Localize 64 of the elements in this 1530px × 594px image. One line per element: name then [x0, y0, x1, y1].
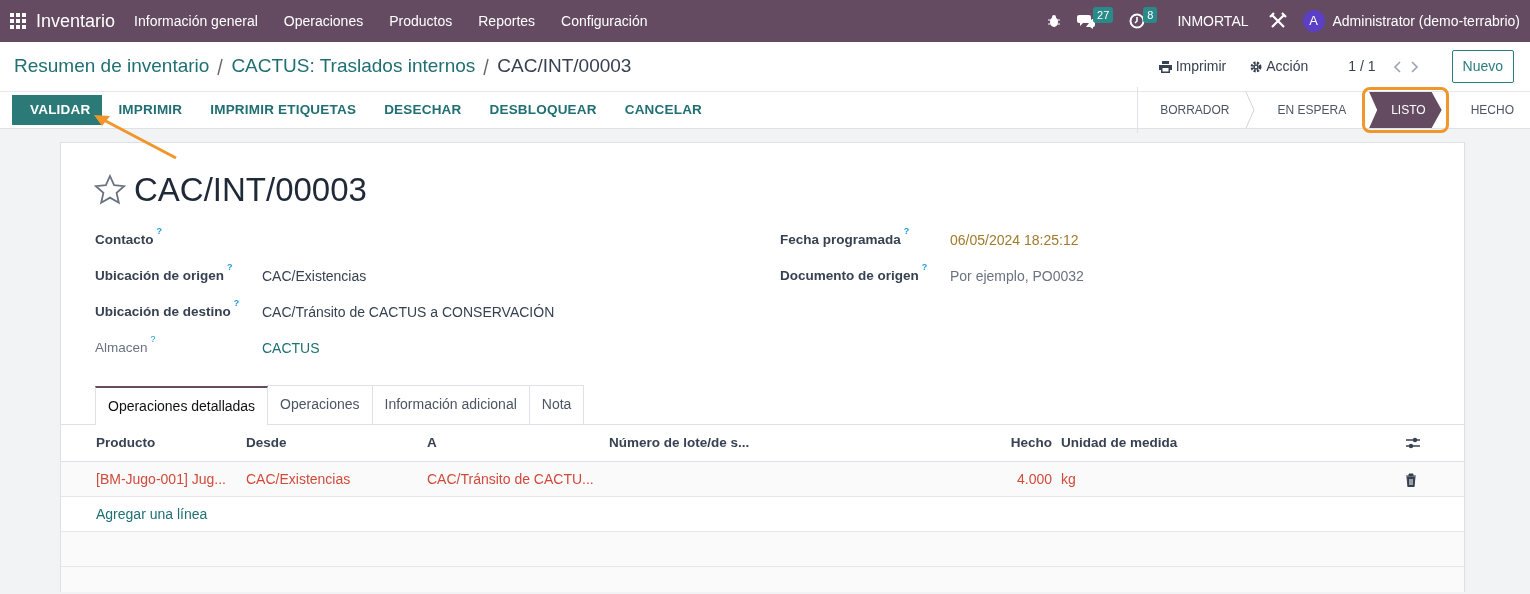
menu-item[interactable]: Productos — [376, 10, 466, 32]
field-label: Documento de origen — [780, 268, 919, 284]
column-settings-icon[interactable] — [1405, 436, 1421, 451]
field-label: Almacen — [95, 340, 148, 356]
field-label: Ubicación de destino — [95, 304, 231, 320]
message-count-badge: 27 — [1093, 6, 1114, 24]
action-button[interactable]: CANCELAR — [612, 94, 715, 126]
breadcrumb-link[interactable]: CACTUS: Traslados internos — [231, 52, 476, 81]
menu-item[interactable]: Información general — [121, 10, 271, 32]
company-name[interactable]: INMORTAL — [1173, 10, 1253, 32]
column-header: Hecho — [1010, 434, 1052, 450]
activity-count-badge: 8 — [1143, 6, 1158, 24]
menu-item[interactable]: Configuración — [548, 10, 661, 32]
table-cell: CAC/Existencias — [246, 470, 351, 487]
table-row[interactable]: [BM-Jugo-001] Jug... CAC/Existencias CAC/Tránsito de CACTU... 4.000 kg — [61, 461, 1464, 497]
stage-divider — [1245, 92, 1256, 128]
table-cell: CAC/Tránsito de CACTU... — [427, 470, 594, 487]
table-cell: kg — [1061, 470, 1076, 487]
app-name[interactable]: Inventario — [26, 7, 122, 35]
action-button[interactable]: Acción — [1242, 56, 1317, 77]
tab[interactable]: Nota — [528, 384, 585, 424]
column-header: Producto — [96, 434, 156, 450]
validate-button[interactable]: VALIDAR — [12, 94, 103, 126]
field-label: Contacto — [95, 232, 154, 248]
column-header: Desde — [246, 434, 287, 450]
column-header: Número de lote/de s... — [609, 434, 750, 450]
breadcrumb-link[interactable]: Resumen de inventario — [14, 52, 210, 81]
chat-icon[interactable] — [1077, 13, 1096, 29]
user-name[interactable]: Administrator (demo-terrabrio) — [1332, 10, 1520, 32]
menu-item[interactable]: Reportes — [465, 10, 549, 32]
action-button[interactable]: DESBLOQUEAR — [477, 94, 609, 126]
product-cell: [BM-Jugo-001] Jug... — [96, 470, 226, 487]
star-icon[interactable] — [94, 173, 126, 206]
record-title: CAC/INT/00003 — [134, 170, 367, 210]
action-button[interactable]: IMPRIMIR ETIQUETAS — [198, 94, 369, 126]
field-value: 06/05/2024 18:25:12 — [950, 231, 1079, 250]
field-label: Ubicación de origen — [95, 268, 225, 284]
pager-value: 1 / 1 — [1348, 57, 1376, 76]
trash-icon[interactable] — [1405, 472, 1417, 487]
printer-icon — [1158, 60, 1172, 73]
field-link[interactable]: CACTUS — [262, 338, 320, 359]
table-cell: 4.000 — [1016, 470, 1052, 487]
new-button[interactable]: Nuevo — [1451, 50, 1514, 83]
breadcrumb-separator — [482, 57, 491, 76]
column-header: Unidad de medida — [1061, 434, 1178, 450]
user-avatar: A — [1302, 10, 1325, 32]
input-field[interactable]: Por ejemplo, PO0032 — [950, 266, 1170, 287]
field-value: CAC/Existencias — [262, 267, 367, 286]
apps-menu-icon[interactable] — [10, 13, 26, 29]
action-button[interactable]: IMPRIMIR — [106, 94, 195, 126]
clock-icon[interactable] — [1129, 13, 1146, 29]
add-line-link[interactable]: Agregar una línea — [96, 505, 208, 522]
breadcrumb-current: CAC/INT/00003 — [497, 54, 632, 79]
column-header: A — [427, 434, 437, 450]
field-value: CAC/Tránsito de CACTUS a CONSERVACIÓN — [262, 303, 555, 322]
bug-icon[interactable] — [1047, 14, 1062, 28]
status-stage[interactable]: LISTO — [1369, 92, 1442, 128]
tools-icon[interactable] — [1268, 12, 1287, 30]
tab[interactable]: Operaciones detalladas — [95, 385, 269, 425]
breadcrumb-separator — [216, 57, 225, 76]
action-button[interactable]: DESECHAR — [372, 94, 474, 126]
field-label: Fecha programada — [780, 232, 901, 248]
print-button[interactable]: Imprimir — [1150, 56, 1235, 77]
menu-item[interactable]: Operaciones — [270, 10, 377, 32]
